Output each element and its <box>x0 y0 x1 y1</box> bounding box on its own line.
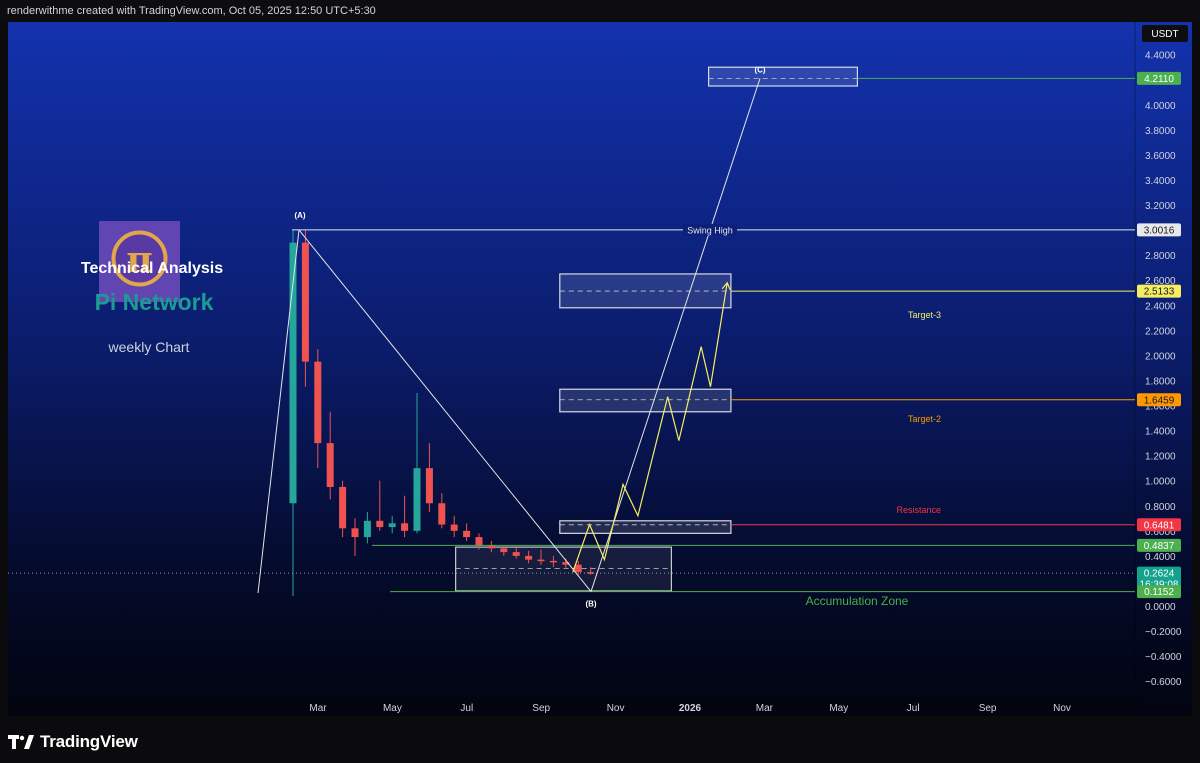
candle-body <box>401 523 409 531</box>
y-tick-label: 3.4000 <box>1145 176 1176 187</box>
overlay-title-line1: Technical Analysis <box>81 260 223 277</box>
candle-body <box>425 468 433 504</box>
price-tag-label: 2.5133 <box>1144 287 1175 298</box>
y-tick-label: 0.0000 <box>1145 602 1176 613</box>
x-tick-label: Sep <box>979 703 997 714</box>
x-tick-label: Mar <box>756 703 774 714</box>
y-tick-label: 0.8000 <box>1145 502 1176 513</box>
footer-logo[interactable]: TradingView <box>8 731 138 753</box>
candle-body <box>463 530 471 538</box>
candle-body <box>450 524 458 531</box>
x-tick-label: 2026 <box>679 703 702 714</box>
candle-body <box>413 468 421 531</box>
candle-body <box>475 537 483 546</box>
x-tick-label: Nov <box>1053 703 1071 714</box>
candle-body <box>574 564 582 573</box>
overlay-title-line2: Pi Network <box>95 289 214 315</box>
y-tick-label: 3.6000 <box>1145 151 1176 162</box>
currency-badge: USDT <box>1142 25 1188 42</box>
price-tag-label: 3.0016 <box>1144 225 1175 236</box>
candle-body <box>326 443 334 487</box>
zone-box-target-c <box>707 66 858 87</box>
candle-body <box>314 361 322 444</box>
y-tick-label: 1.0000 <box>1145 477 1176 488</box>
overlay-subtitle: weekly Chart <box>108 339 190 355</box>
swing-high-label: Swing High <box>687 225 733 235</box>
resistance-label: Resistance <box>896 505 941 515</box>
zone-box-accumulation <box>455 546 673 592</box>
x-tick-label: Mar <box>309 703 327 714</box>
candle-body <box>525 555 533 560</box>
x-tick-label: May <box>829 703 848 714</box>
y-tick-label: −0.4000 <box>1145 652 1182 663</box>
candle-body <box>351 528 359 538</box>
y-tick-label: 3.8000 <box>1145 126 1176 137</box>
y-tick-label: 2.4000 <box>1145 301 1176 312</box>
candle-body <box>512 552 520 556</box>
currency-label: USDT <box>1151 29 1178 40</box>
y-tick-label: 2.8000 <box>1145 251 1176 262</box>
y-tick-label: 4.0000 <box>1145 101 1176 112</box>
y-tick-label: 1.8000 <box>1145 376 1176 387</box>
wave-point-label: (A) <box>294 211 305 220</box>
zone-box-target-2 <box>559 388 732 413</box>
target-2-label: Target-2 <box>908 414 941 424</box>
candle-body <box>487 545 495 549</box>
y-tick-label: −0.2000 <box>1145 627 1182 638</box>
y-tick-label: 1.4000 <box>1145 427 1176 438</box>
candle-body <box>301 242 309 362</box>
wave-point-label: (B) <box>585 600 596 609</box>
price-tag-label: 0.2624 <box>1144 569 1175 580</box>
y-tick-label: 3.2000 <box>1145 201 1176 212</box>
candle-body <box>500 548 508 553</box>
candle-body <box>388 523 396 528</box>
y-tick-label: 1.2000 <box>1145 452 1176 463</box>
x-tick-label: Sep <box>532 703 550 714</box>
time-axis-background <box>8 697 1135 716</box>
x-tick-label: May <box>383 703 402 714</box>
target-3-label: Target-3 <box>908 310 941 320</box>
x-tick-label: Jul <box>460 703 473 714</box>
y-tick-label: 2.2000 <box>1145 326 1176 337</box>
candle-body <box>537 559 545 562</box>
chart-background <box>8 22 1135 716</box>
price-tag-label: 0.4837 <box>1144 541 1175 552</box>
tradingview-logo-icon <box>8 735 34 749</box>
candle-body <box>363 520 371 538</box>
price-tag-label: 4.2110 <box>1144 74 1174 85</box>
y-tick-label: 4.4000 <box>1145 51 1176 62</box>
chart-root[interactable]: (A) (B) (C) Swing High Target-3 Target-2 Resis… <box>0 0 1200 763</box>
price-tag-label: 1.6459 <box>1144 395 1175 406</box>
wave-point-label: (C) <box>754 65 765 74</box>
price-tag-label: 0.6481 <box>1144 520 1175 531</box>
price-tag-label: 0.1152 <box>1144 587 1174 598</box>
candle-body <box>438 503 446 525</box>
candle-body <box>339 486 347 529</box>
y-tick-label: 2.0000 <box>1145 351 1176 362</box>
x-tick-label: Jul <box>907 703 920 714</box>
x-tick-label: Nov <box>607 703 625 714</box>
candle-body <box>376 520 384 528</box>
y-tick-label: 0.4000 <box>1145 552 1176 563</box>
y-tick-label: −0.6000 <box>1145 677 1182 688</box>
zone-box-resistance <box>559 520 732 534</box>
footer-brand: TradingView <box>40 732 138 751</box>
candle-body <box>549 560 557 563</box>
accumulation-zone-label: Accumulation Zone <box>806 594 909 608</box>
